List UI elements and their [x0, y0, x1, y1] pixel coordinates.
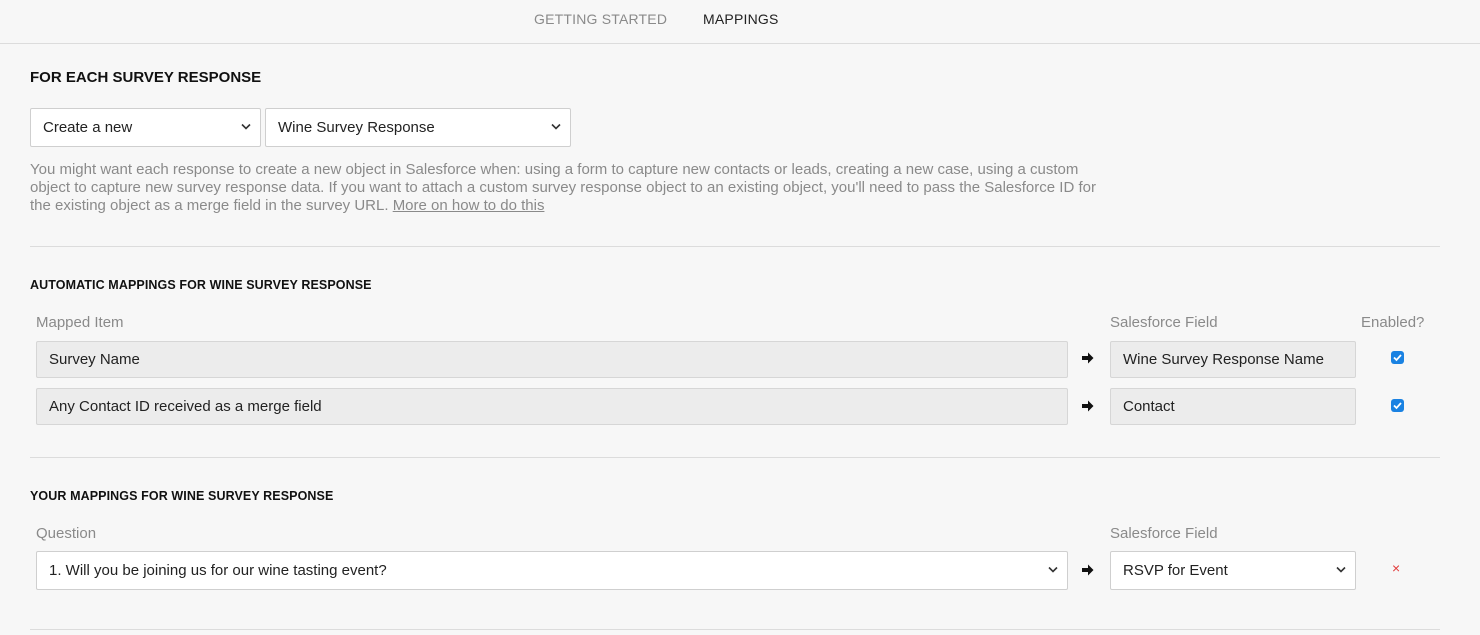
arrow-right-icon [1082, 400, 1094, 412]
top-nav: GETTING STARTED MAPPINGS [0, 0, 1480, 44]
salesforce-field-value: Contact [1110, 388, 1356, 425]
chevron-down-icon [1048, 566, 1058, 573]
enabled-column-label: Enabled? [1361, 314, 1425, 331]
check-icon [1393, 402, 1402, 410]
enabled-checkbox[interactable] [1391, 399, 1404, 412]
object-select[interactable]: Wine Survey Response [265, 108, 571, 147]
chevron-down-icon [241, 123, 251, 130]
action-select-value: Create a new [43, 119, 133, 136]
check-icon [1393, 354, 1402, 362]
remove-mapping-button[interactable]: × [1392, 560, 1400, 576]
question-select[interactable]: 1. Will you be joining us for our wine t… [36, 551, 1068, 590]
tab-mappings[interactable]: MAPPINGS [703, 11, 779, 27]
mapped-item-field: Survey Name [36, 341, 1068, 378]
arrow-right-icon [1082, 352, 1094, 364]
question-select-value: 1. Will you be joining us for our wine t… [49, 562, 387, 579]
divider [30, 457, 1440, 458]
salesforce-field-column-label: Salesforce Field [1110, 525, 1218, 542]
tab-getting-started[interactable]: GETTING STARTED [534, 11, 667, 27]
enabled-checkbox[interactable] [1391, 351, 1404, 364]
salesforce-field-select-value: RSVP for Event [1123, 562, 1228, 579]
action-select[interactable]: Create a new [30, 108, 261, 147]
survey-response-heading: FOR EACH SURVEY RESPONSE [30, 69, 262, 86]
salesforce-field-value: Wine Survey Response Name [1110, 341, 1356, 378]
divider [30, 629, 1440, 630]
mapped-item-column-label: Mapped Item [36, 314, 124, 331]
mapped-item-field: Any Contact ID received as a merge field [36, 388, 1068, 425]
help-text: You might want each response to create a… [30, 161, 1100, 215]
salesforce-field-select[interactable]: RSVP for Event [1110, 551, 1356, 590]
help-text-body: You might want each response to create a… [30, 161, 1096, 214]
your-mappings-heading: YOUR MAPPINGS FOR WINE SURVEY RESPONSE [30, 489, 334, 503]
object-select-value: Wine Survey Response [278, 119, 435, 136]
arrow-right-icon [1082, 564, 1094, 576]
chevron-down-icon [1336, 566, 1346, 573]
automatic-mappings-heading: AUTOMATIC MAPPINGS FOR WINE SURVEY RESPO… [30, 278, 372, 292]
question-column-label: Question [36, 525, 97, 542]
help-link[interactable]: More on how to do this [393, 197, 545, 214]
divider [30, 246, 1440, 247]
salesforce-field-column-label: Salesforce Field [1110, 314, 1218, 331]
chevron-down-icon [551, 123, 561, 130]
